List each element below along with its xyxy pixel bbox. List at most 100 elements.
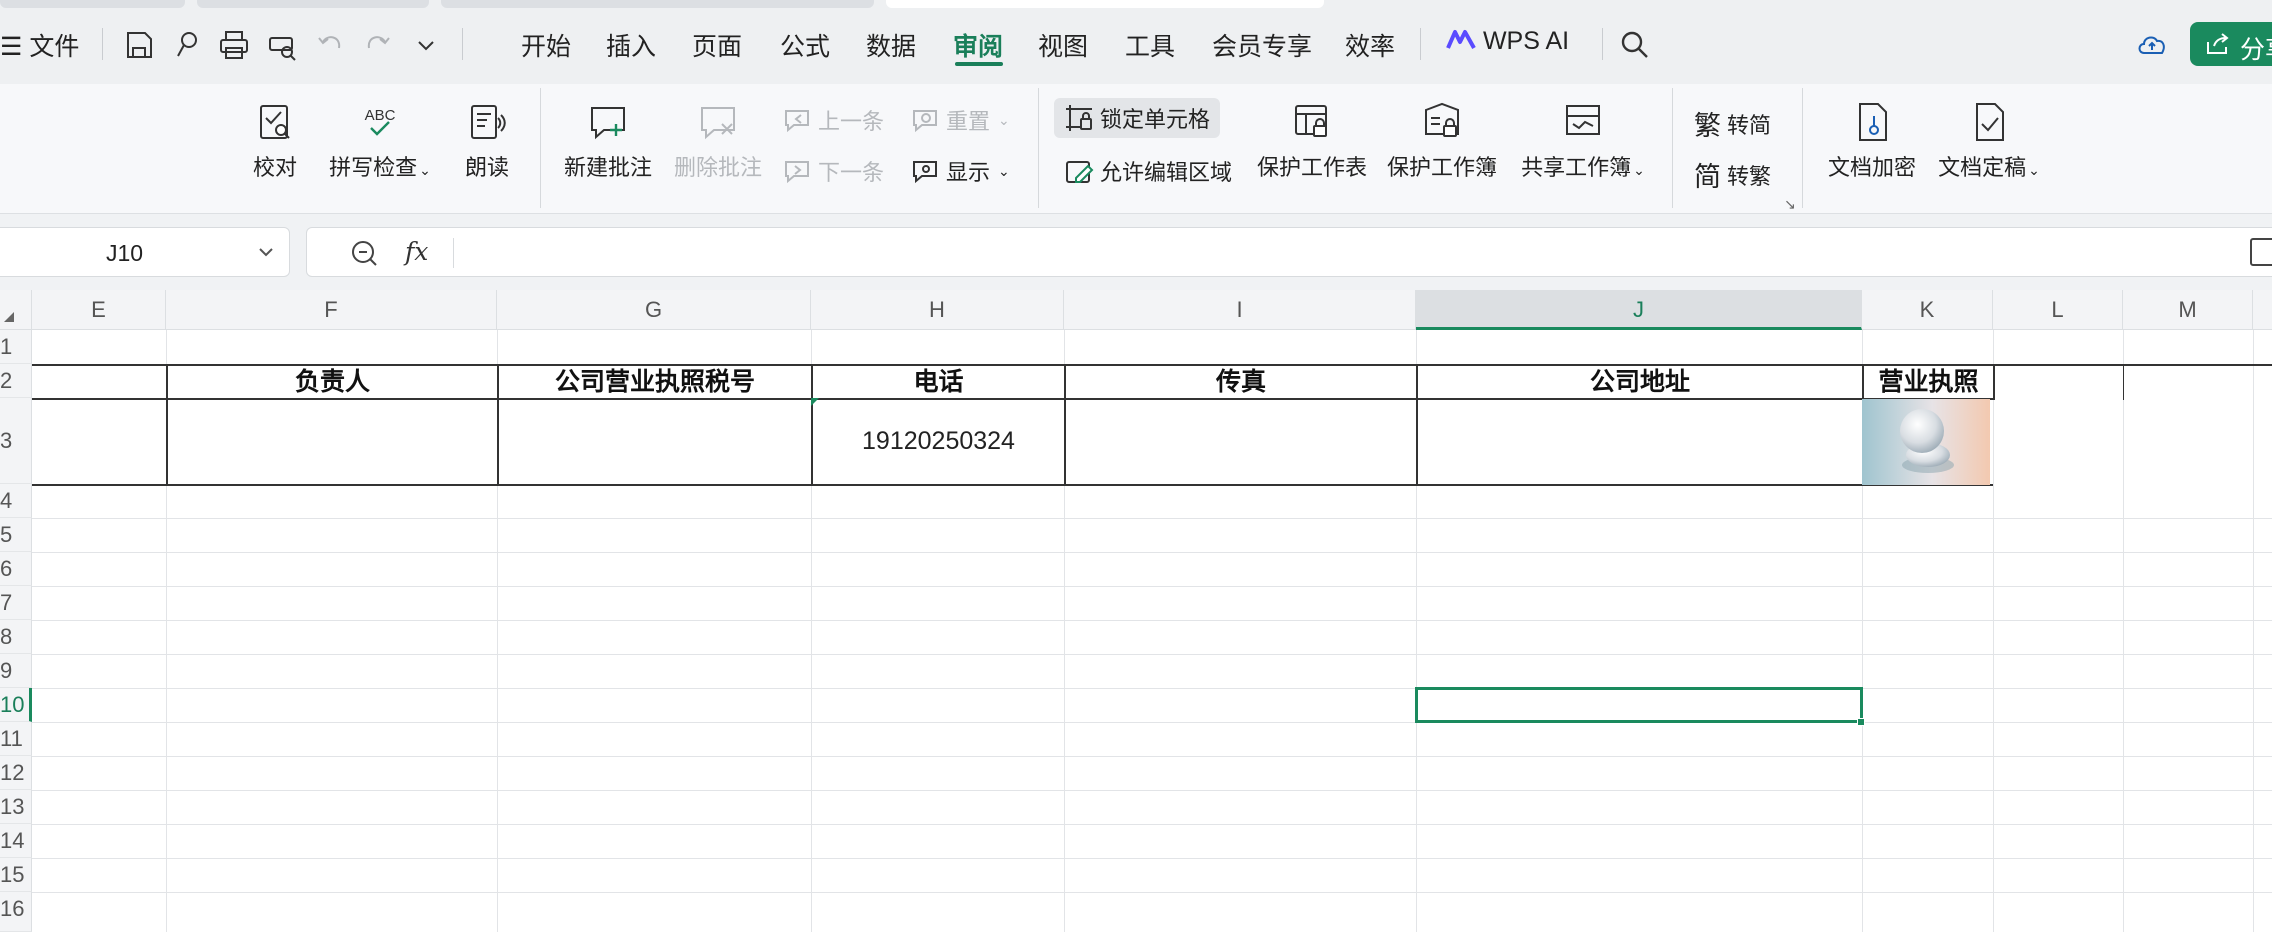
row-header-6[interactable]: 6 xyxy=(0,552,32,586)
column-header-F[interactable]: F xyxy=(166,290,497,330)
row-header-8[interactable]: 8 xyxy=(0,620,32,654)
column-header-next[interactable] xyxy=(2253,290,2272,330)
to-simplified-button[interactable]: 繁 转简 xyxy=(1694,104,1771,143)
proofread-button[interactable]: 校对 xyxy=(248,100,302,182)
row-header-16[interactable]: 16 xyxy=(0,892,32,932)
header-cell-E[interactable] xyxy=(32,368,42,398)
business-license-image[interactable] xyxy=(1862,399,1990,485)
reset-comment-button[interactable]: 重置 ⌄ xyxy=(910,104,1010,136)
protect-sheet-button[interactable]: 保护工作表 xyxy=(1256,100,1368,182)
tab-member[interactable]: 会员专享 xyxy=(1212,27,1312,63)
print-preview-icon[interactable] xyxy=(265,28,299,62)
header-cell-J[interactable]: 公司地址 xyxy=(1418,368,1862,398)
row-header-13[interactable]: 13 xyxy=(0,790,32,824)
tab-view[interactable]: 视图 xyxy=(1038,27,1088,63)
next-comment-button[interactable]: 下一条 xyxy=(782,155,884,187)
row-header-2[interactable]: 2 xyxy=(0,364,32,398)
lock-cells-button[interactable]: 锁定单元格 xyxy=(1054,98,1221,138)
header-cell-F[interactable]: 负责人 xyxy=(168,368,497,398)
undo-icon[interactable] xyxy=(313,28,347,62)
phone-cell-H3[interactable]: 19120250324 xyxy=(813,398,1064,484)
print-icon[interactable] xyxy=(217,28,251,62)
save-icon[interactable] xyxy=(122,28,156,62)
row-header-1[interactable]: 1 xyxy=(0,330,32,364)
row-header-11[interactable]: 11 xyxy=(0,722,32,756)
read-aloud-button[interactable]: 朗读 xyxy=(462,100,512,182)
column-header-J[interactable]: J xyxy=(1416,290,1862,330)
redo-icon[interactable] xyxy=(361,28,395,62)
select-all-corner[interactable] xyxy=(0,290,32,330)
window-tab-active[interactable] xyxy=(886,0,1324,8)
tab-page[interactable]: 页面 xyxy=(692,27,742,63)
tab-review[interactable]: 审阅 xyxy=(953,27,1003,63)
cloud-upload-icon[interactable] xyxy=(2135,28,2169,62)
protect-workbook-icon xyxy=(1425,102,1459,137)
new-comment-button[interactable]: 新建批注 xyxy=(562,100,654,182)
row-header-4[interactable]: 4 xyxy=(0,484,32,518)
row-header-10[interactable]: 10 xyxy=(0,688,32,722)
zoom-search-icon[interactable] xyxy=(349,238,379,268)
column-header-L[interactable]: L xyxy=(1993,290,2123,330)
fill-handle[interactable] xyxy=(1857,718,1865,726)
table-border-bottom xyxy=(32,484,1993,486)
delete-comment-icon xyxy=(701,107,735,140)
row-header-12[interactable]: 12 xyxy=(0,756,32,790)
row-header-15[interactable]: 15 xyxy=(0,858,32,892)
to-traditional-button[interactable]: 简 转繁 xyxy=(1694,155,1771,194)
spreadsheet-grid[interactable]: E F G H I J K L M 1 2 3 4 5 6 7 8 9 10 1… xyxy=(0,290,2272,932)
window-tab[interactable] xyxy=(441,0,874,8)
column-header-K[interactable]: K xyxy=(1862,290,1993,330)
chevron-down-icon[interactable] xyxy=(409,28,443,62)
ribbon-divider xyxy=(1672,88,1673,208)
column-header-H[interactable]: H xyxy=(811,290,1064,330)
tab-tools[interactable]: 工具 xyxy=(1125,27,1175,63)
header-cell-K[interactable]: 营业执照 xyxy=(1864,368,1993,398)
column-header-E[interactable]: E xyxy=(32,290,166,330)
show-comments-button[interactable]: 显示 ⌄ xyxy=(910,155,1010,187)
formula-input[interactable]: fx xyxy=(306,227,2272,277)
share-button[interactable]: 分享 xyxy=(2190,22,2272,66)
doc-encrypt-button[interactable]: 文档加密 xyxy=(1826,100,1918,182)
tab-formula[interactable]: 公式 xyxy=(780,27,830,63)
selected-cell-J10[interactable] xyxy=(1415,687,1863,723)
header-cell-G[interactable]: 公司营业执照税号 xyxy=(499,368,811,398)
header-cell-H[interactable]: 电话 xyxy=(813,368,1064,398)
column-header-G[interactable]: G xyxy=(497,290,811,330)
tab-home[interactable]: 开始 xyxy=(521,27,571,63)
tab-insert[interactable]: 插入 xyxy=(606,27,656,63)
tab-efficiency[interactable]: 效率 xyxy=(1345,27,1395,63)
prev-comment-button[interactable]: 上一条 xyxy=(782,104,884,136)
search-icon[interactable] xyxy=(1618,28,1652,62)
gridline xyxy=(32,824,2272,825)
header-cell-I[interactable]: 传真 xyxy=(1066,368,1416,398)
tab-data[interactable]: 数据 xyxy=(866,27,916,63)
format-painter-icon[interactable] xyxy=(170,28,204,62)
proofread-icon xyxy=(260,105,290,139)
column-header-M[interactable]: M xyxy=(2123,290,2253,330)
traditional-glyph-icon: 繁 xyxy=(1694,111,1721,141)
fx-icon[interactable]: fx xyxy=(405,237,428,266)
column-header-I[interactable]: I xyxy=(1064,290,1416,330)
row-header-7[interactable]: 7 xyxy=(0,586,32,620)
protect-workbook-button[interactable]: 保护工作簿 xyxy=(1386,100,1498,182)
protect-sheet-label: 保护工作表 xyxy=(1256,155,1367,180)
window-tab-strip xyxy=(0,0,2272,8)
row-header-9[interactable]: 9 xyxy=(0,654,32,688)
chevron-down-icon: ⌄ xyxy=(998,111,1010,128)
window-tab[interactable] xyxy=(197,0,429,8)
dialog-launcher-icon[interactable]: ↘ xyxy=(1784,196,1796,213)
name-box[interactable]: J10 xyxy=(0,227,290,277)
spell-check-button[interactable]: ABC 拼写检查 ⌄ xyxy=(326,100,434,182)
row-header-3[interactable]: 3 xyxy=(0,398,32,484)
allow-edit-ranges-button[interactable]: 允许编辑区域 xyxy=(1064,155,1232,187)
window-tab[interactable] xyxy=(0,0,185,8)
expand-formula-icon[interactable] xyxy=(2250,238,2272,266)
row-header-14[interactable]: 14 xyxy=(0,824,32,858)
share-workbook-label: 共享工作簿 xyxy=(1521,155,1632,180)
doc-finalize-button[interactable]: 文档定稿 ⌄ xyxy=(1934,100,2044,182)
wps-ai-button[interactable]: WPS AI xyxy=(1446,27,1569,56)
delete-comment-button[interactable]: 删除批注 xyxy=(672,100,764,182)
share-workbook-button[interactable]: 共享工作簿 ⌄ xyxy=(1518,100,1648,182)
row-header-5[interactable]: 5 xyxy=(0,518,32,552)
file-menu[interactable]: ☰ 文件 xyxy=(0,27,79,63)
